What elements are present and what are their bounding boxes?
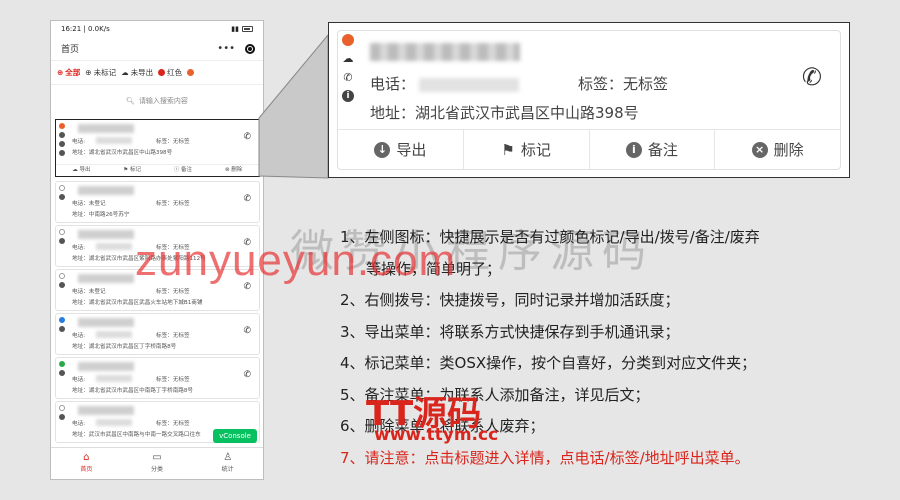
delete-label: 删除: [773, 141, 804, 159]
zoomed-card-inner[interactable]: ☁ ✆ i 电话： 标签：无标签 ✆ 地址：湖北省武汉市武昌区中山路398号 ↓…: [337, 30, 841, 170]
close-icon: ×: [751, 141, 768, 158]
instruction-7: 7、请注意：点击标题进入详情，点电话/标签/地址呼出菜单。: [340, 448, 750, 467]
instruction-3: 3、导出菜单：将联系方式快捷保存到手机通讯录；: [340, 322, 680, 341]
contact-name-blurred[interactable]: [370, 43, 520, 61]
info-icon: i: [342, 90, 354, 102]
delete-button[interactable]: × 删除: [715, 130, 840, 169]
zoomed-actions: ↓ 导出 ⚑ 标记 i 备注 × 删除: [338, 129, 840, 169]
orange-mark-icon: [342, 34, 354, 46]
cloud-download-icon: ☁: [342, 52, 354, 65]
note-button[interactable]: i 备注: [590, 130, 716, 169]
watermark-url: www.ttym.cc: [374, 425, 499, 445]
flag-icon: ⚑: [501, 140, 515, 159]
zoomed-status-icons: ☁ ✆ i: [342, 34, 354, 102]
call-icon[interactable]: ✆: [802, 63, 822, 91]
export-button[interactable]: ↓ 导出: [338, 130, 464, 169]
instruction-4: 4、标记菜单：类OSX操作，按个自喜好，分类到对应文件夹；: [340, 354, 757, 372]
info-icon: i: [625, 141, 642, 158]
phone-icon: ✆: [343, 71, 353, 84]
phone-number-blurred: [419, 77, 520, 92]
cloud-download-icon: ↓: [374, 141, 391, 158]
zoomed-contact-card: ☁ ✆ i 电话： 标签：无标签 ✆ 地址：湖北省武汉市武昌区中山路398号 ↓…: [328, 22, 850, 178]
note-label: 备注: [647, 141, 678, 159]
zoomed-phone[interactable]: 电话：: [370, 73, 520, 94]
zoomed-tag[interactable]: 标签：无标签: [578, 73, 668, 94]
mark-button[interactable]: ⚑ 标记: [464, 130, 590, 169]
watermark-domain: zunyueyun.com: [135, 236, 457, 285]
zoomed-phone-label: 电话：: [370, 75, 416, 93]
export-label: 导出: [396, 141, 427, 159]
instruction-2: 2、右侧拨号：快捷拨号，同时记录并增加活跃度；: [340, 291, 680, 309]
mark-label: 标记: [520, 141, 551, 159]
zoomed-address[interactable]: 地址：湖北省武汉市武昌区中山路398号: [370, 102, 639, 123]
